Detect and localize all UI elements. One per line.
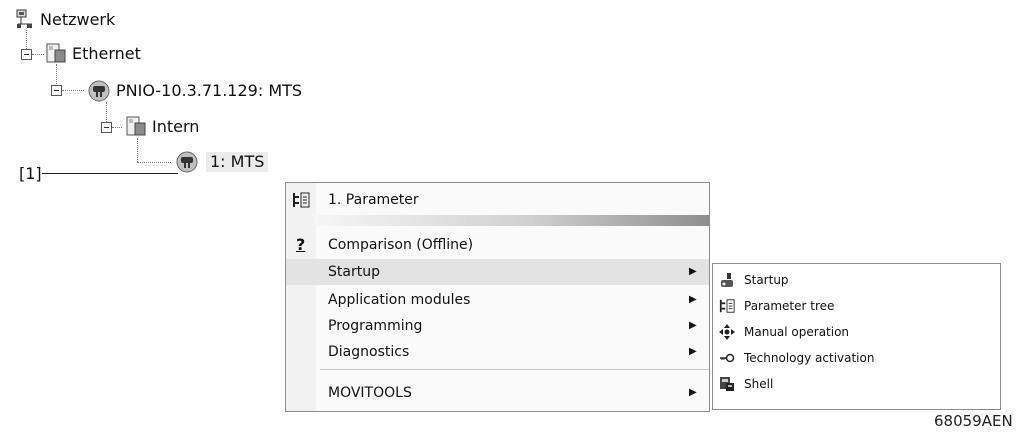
submenu-arrow-icon: ▶: [689, 320, 697, 331]
collapse-intern-icon[interactable]: [101, 122, 112, 133]
submenu-item-technology-activation[interactable]: Technology activation: [713, 345, 1000, 371]
menu-gradient-divider: [314, 215, 709, 226]
submenu-arrow-icon: ▶: [689, 387, 697, 398]
parameter-tree-icon: [719, 299, 735, 313]
submenu-item-parameter-tree[interactable]: Parameter tree: [713, 293, 1000, 319]
menu-item-label: MOVITOOLS: [328, 385, 412, 401]
submenu-item-label: Technology activation: [744, 351, 875, 365]
startup-submenu: Startup Parameter tree Manual operation: [712, 263, 1001, 410]
submenu-item-label: Parameter tree: [744, 299, 835, 313]
bus-segment-icon: [126, 116, 146, 136]
callout-label: [1]: [19, 164, 42, 183]
device-icon: [88, 80, 110, 102]
tree-node-pnio[interactable]: PNIO-10.3.71.129: MTS: [116, 81, 302, 101]
menu-item-programming[interactable]: Programming ▶: [286, 313, 709, 339]
menu-item-label: Application modules: [328, 292, 471, 308]
manual-operation-icon: [719, 324, 735, 340]
menu-separator: [320, 369, 709, 370]
submenu-item-label: Manual operation: [744, 325, 850, 339]
context-menu: 1. Parameter ? Comparison (Offline) Star…: [285, 182, 710, 412]
submenu-item-startup[interactable]: Startup: [713, 267, 1000, 293]
menu-item-label: Diagnostics: [328, 344, 410, 360]
menu-item-label: Startup: [328, 264, 380, 280]
submenu-arrow-icon: ▶: [689, 346, 697, 357]
bus-segment-icon: [46, 43, 66, 63]
menu-item-movitools[interactable]: MOVITOOLS ▶: [286, 380, 709, 406]
tree-node-ethernet[interactable]: Ethernet: [72, 44, 141, 64]
tree-node-mts[interactable]: 1: MTS: [206, 152, 269, 172]
tree-node-netzwerk[interactable]: Netzwerk: [40, 10, 115, 30]
submenu-item-label: Startup: [744, 273, 789, 287]
question-icon: ?: [296, 235, 306, 254]
submenu-arrow-icon: ▶: [689, 266, 697, 277]
menu-item-parameter[interactable]: 1. Parameter: [286, 187, 709, 213]
figure-id: 68059AEN: [934, 412, 1013, 430]
submenu-arrow-icon: ▶: [689, 294, 697, 305]
menu-item-diagnostics[interactable]: Diagnostics ▶: [286, 339, 709, 365]
menu-item-label: 1. Parameter: [328, 192, 419, 208]
menu-item-comparison[interactable]: ? Comparison (Offline): [286, 232, 709, 258]
submenu-item-shell[interactable]: Shell: [713, 371, 1000, 397]
shell-icon: [720, 377, 734, 391]
menu-item-label: Comparison (Offline): [328, 237, 474, 253]
menu-item-application-modules[interactable]: Application modules ▶: [286, 287, 709, 313]
tree-node-intern[interactable]: Intern: [152, 117, 199, 137]
parameter-tree-icon: [293, 192, 310, 208]
network-icon: [16, 9, 32, 28]
device-icon: [176, 151, 198, 173]
startup-icon: [721, 273, 733, 287]
key-icon: [720, 353, 735, 363]
collapse-ethernet-icon[interactable]: [21, 49, 32, 60]
collapse-pnio-icon[interactable]: [51, 85, 62, 96]
menu-item-startup[interactable]: Startup ▶: [286, 259, 709, 285]
submenu-item-manual-operation[interactable]: Manual operation: [713, 319, 1000, 345]
menu-item-label: Programming: [328, 318, 423, 334]
submenu-item-label: Shell: [744, 377, 774, 391]
callout-leader-line: [42, 173, 178, 174]
